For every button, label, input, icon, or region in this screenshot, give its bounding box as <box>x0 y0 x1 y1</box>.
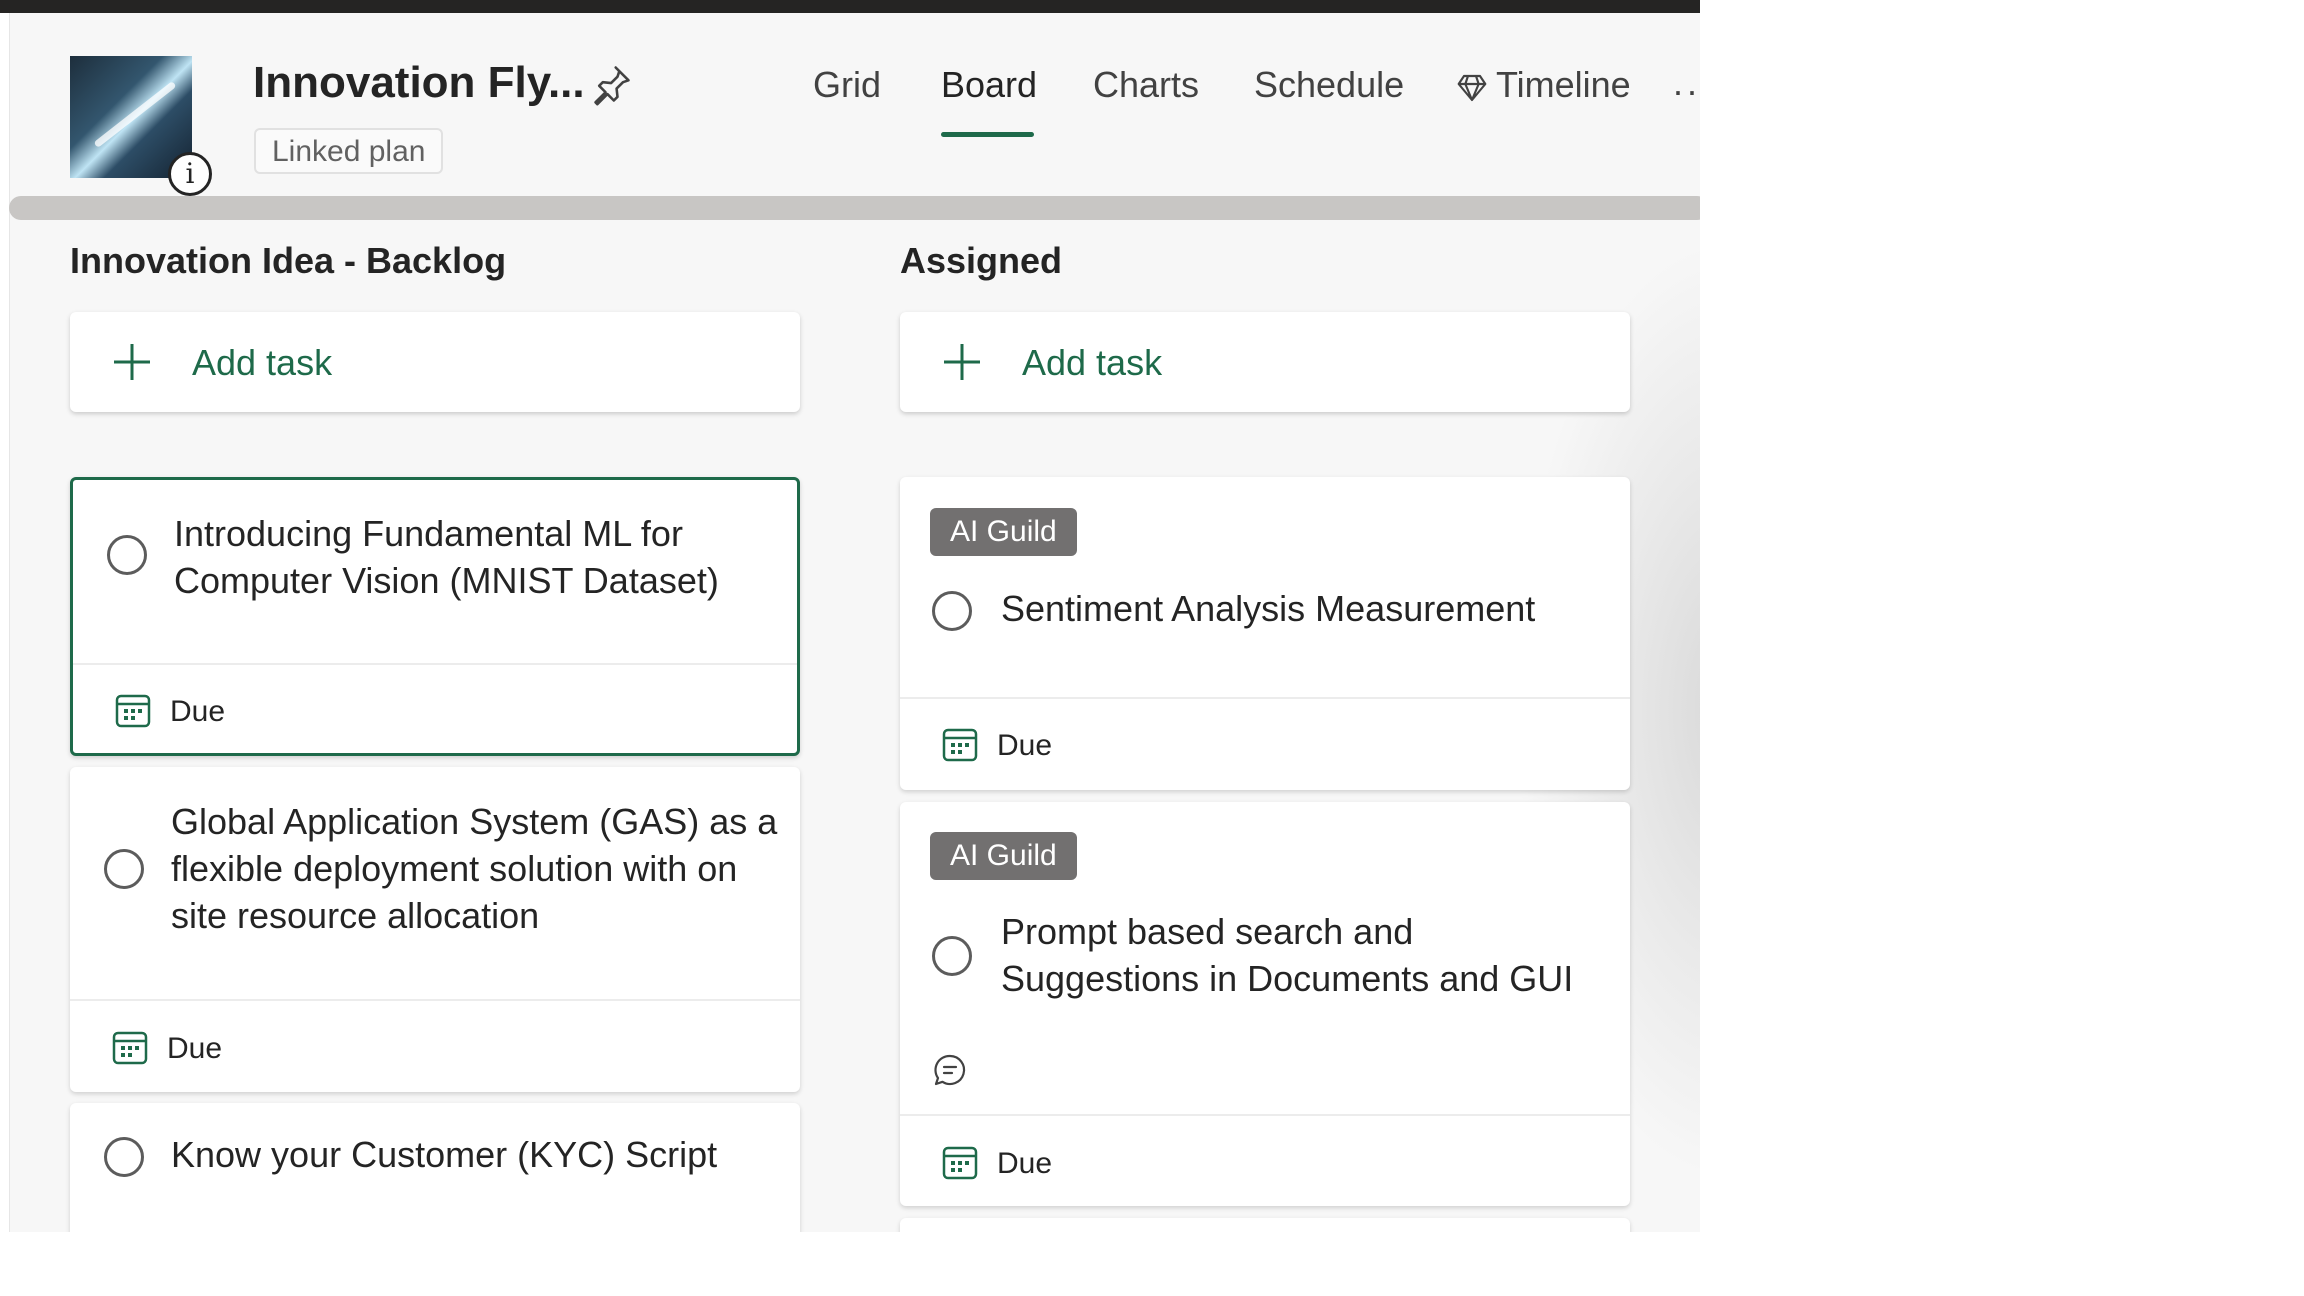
tab-charts[interactable]: Charts <box>1093 64 1199 106</box>
task-title-line: Prompt based search and <box>1001 911 1414 952</box>
complete-task-checkbox[interactable] <box>932 591 972 631</box>
linked-plan-badge[interactable]: Linked plan <box>254 128 444 174</box>
task-title-line: Know your Customer (KYC) Script <box>171 1134 718 1175</box>
horizontal-scrollbar[interactable] <box>9 196 1700 220</box>
task-card[interactable] <box>900 1218 1630 1232</box>
calendar-icon <box>115 694 151 728</box>
bucket-title[interactable]: Assigned <box>900 240 1062 282</box>
plan-title[interactable]: Innovation Fly... <box>253 58 585 108</box>
comment-icon[interactable] <box>933 1053 967 1087</box>
task-card[interactable]: AI Guild Prompt based search and Suggest… <box>900 802 1630 1206</box>
task-title-line: Suggestions in Documents and GUI <box>1001 958 1574 999</box>
tab-grid[interactable]: Grid <box>813 64 881 106</box>
task-title[interactable]: Sentiment Analysis Measurement <box>1001 585 1535 632</box>
diamond-icon <box>1457 74 1487 102</box>
tab-schedule[interactable]: Schedule <box>1254 64 1404 106</box>
task-title[interactable]: Know your Customer (KYC) Script <box>171 1131 717 1178</box>
card-divider <box>73 663 797 665</box>
task-title-line: Sentiment Analysis Measurement <box>1001 588 1536 629</box>
tab-board[interactable]: Board <box>941 64 1037 106</box>
complete-task-checkbox[interactable] <box>932 936 972 976</box>
task-title-line: Introducing Fundamental ML for <box>174 513 683 554</box>
calendar-icon <box>942 728 978 762</box>
task-card[interactable]: Know your Customer (KYC) Script <box>70 1103 800 1232</box>
left-edge <box>0 13 10 1232</box>
pin-icon[interactable] <box>590 62 634 106</box>
top-bar <box>0 0 1700 13</box>
planner-app: i Innovation Fly... Linked plan Grid Boa… <box>0 0 1700 1232</box>
bucket-title[interactable]: Innovation Idea - Backlog <box>70 240 506 282</box>
task-title-line: flexible deployment solution with on <box>171 848 738 889</box>
tab-timeline[interactable]: Timeline <box>1496 64 1631 106</box>
task-card[interactable]: Global Application System (GAS) as a fle… <box>70 767 800 1092</box>
task-title-line: Computer Vision (MNIST Dataset) <box>174 560 719 601</box>
card-divider <box>900 697 1630 699</box>
more-icon[interactable]: ·· <box>1672 70 1700 112</box>
card-divider <box>900 1114 1630 1116</box>
plus-icon <box>944 344 980 380</box>
task-label-chip[interactable]: AI Guild <box>930 832 1077 880</box>
calendar-icon <box>112 1031 148 1065</box>
thumbnail-art <box>93 80 177 149</box>
add-task-button[interactable]: Add task <box>900 312 1630 412</box>
due-date-label[interactable]: Due <box>167 1032 222 1066</box>
task-title-line: site resource allocation <box>171 895 540 936</box>
complete-task-checkbox[interactable] <box>104 849 144 889</box>
due-date-label[interactable]: Due <box>997 729 1052 763</box>
due-date-label[interactable]: Due <box>170 695 225 729</box>
task-title[interactable]: Global Application System (GAS) as a fle… <box>171 798 777 939</box>
add-task-label: Add task <box>1022 342 1163 383</box>
add-task-label: Add task <box>192 342 333 383</box>
plus-icon <box>114 344 150 380</box>
task-title[interactable]: Introducing Fundamental ML for Computer … <box>174 510 719 604</box>
complete-task-checkbox[interactable] <box>107 535 147 575</box>
task-label-chip[interactable]: AI Guild <box>930 508 1077 556</box>
complete-task-checkbox[interactable] <box>104 1137 144 1177</box>
card-divider <box>70 999 800 1001</box>
task-card[interactable]: AI Guild Sentiment Analysis Measurement … <box>900 477 1630 790</box>
task-title[interactable]: Prompt based search and Suggestions in D… <box>1001 908 1573 1002</box>
add-task-button[interactable]: Add task <box>70 312 800 412</box>
calendar-icon <box>942 1146 978 1180</box>
active-tab-indicator <box>941 132 1034 137</box>
task-title-line: Global Application System (GAS) as a <box>171 801 778 842</box>
due-date-label[interactable]: Due <box>997 1147 1052 1181</box>
info-icon[interactable]: i <box>168 152 212 196</box>
task-card[interactable]: Introducing Fundamental ML for Computer … <box>70 477 800 756</box>
